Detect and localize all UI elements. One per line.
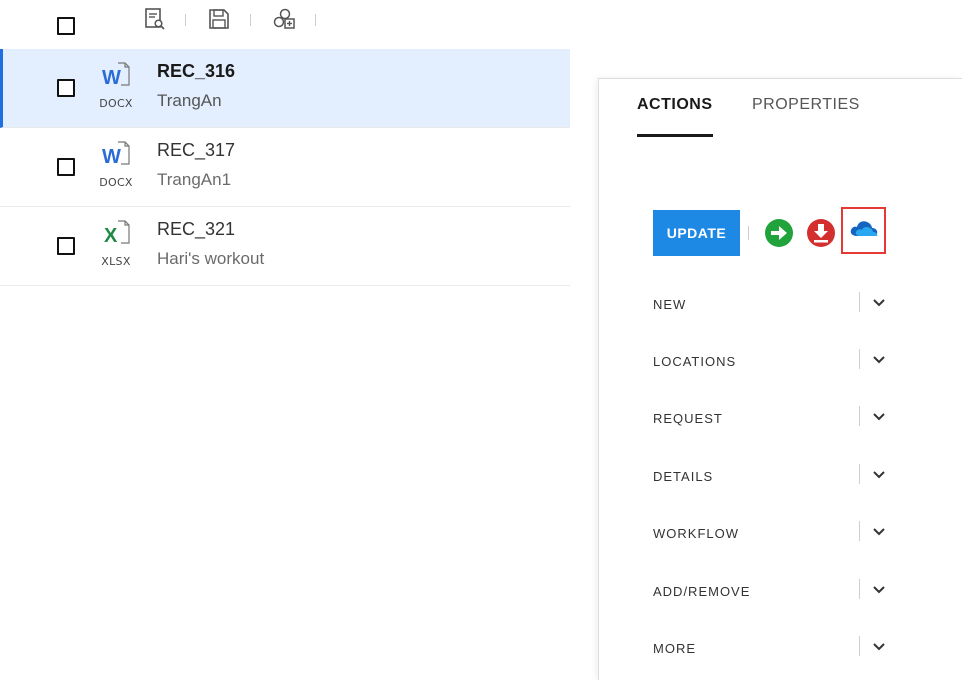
section-more[interactable]: MORE xyxy=(653,636,893,660)
file-name[interactable]: REC_321 xyxy=(157,219,235,240)
chevron-down-icon[interactable] xyxy=(871,295,887,311)
file-extension: XLSX xyxy=(101,255,131,268)
forward-arrow-icon[interactable] xyxy=(764,218,794,248)
section-new[interactable]: NEW xyxy=(653,292,893,316)
chevron-down-icon[interactable] xyxy=(871,467,887,483)
onedrive-cloud-icon xyxy=(848,217,880,244)
save-icon[interactable] xyxy=(206,6,232,32)
file-row[interactable]: W DOCX REC_316 TrangAn xyxy=(0,49,570,128)
toolbar-divider xyxy=(185,14,186,26)
document-search-icon[interactable] xyxy=(142,6,168,32)
file-name[interactable]: REC_317 xyxy=(157,140,235,161)
chevron-down-icon[interactable] xyxy=(871,582,887,598)
onedrive-button[interactable] xyxy=(841,207,886,254)
svg-text:W: W xyxy=(102,67,121,89)
section-divider xyxy=(859,406,860,426)
excel-file-icon: X XLSX xyxy=(96,217,136,277)
section-divider xyxy=(859,521,860,541)
toolbar-divider xyxy=(315,14,316,26)
chevron-down-icon[interactable] xyxy=(871,639,887,655)
section-details[interactable]: DETAILS xyxy=(653,464,893,488)
file-extension: DOCX xyxy=(99,97,133,110)
select-all-checkbox[interactable] xyxy=(57,17,75,35)
section-label: DETAILS xyxy=(653,469,714,484)
svg-text:W: W xyxy=(102,146,121,168)
file-extension: DOCX xyxy=(99,176,133,189)
link-objects-icon[interactable] xyxy=(272,6,298,32)
download-icon[interactable] xyxy=(806,218,836,248)
section-divider xyxy=(859,349,860,369)
update-button[interactable]: UPDATE xyxy=(653,210,740,256)
file-row[interactable]: X XLSX REC_321 Hari's workout xyxy=(0,207,570,286)
file-row[interactable]: W DOCX REC_317 TrangAn1 xyxy=(0,128,570,207)
section-label: REQUEST xyxy=(653,411,723,426)
chevron-down-icon[interactable] xyxy=(871,352,887,368)
section-workflow[interactable]: WORKFLOW xyxy=(653,521,893,545)
row-checkbox[interactable] xyxy=(57,158,75,176)
section-divider xyxy=(859,579,860,599)
section-request[interactable]: REQUEST xyxy=(653,406,893,430)
svg-text:X: X xyxy=(104,225,118,247)
tab-properties[interactable]: PROPERTIES xyxy=(752,96,860,114)
section-divider xyxy=(859,636,860,656)
section-label: MORE xyxy=(653,641,696,656)
row-checkbox[interactable] xyxy=(57,237,75,255)
section-label: NEW xyxy=(653,297,687,312)
section-divider xyxy=(859,292,860,312)
word-file-icon: W DOCX xyxy=(96,138,136,198)
file-subtitle: Hari's workout xyxy=(157,249,265,268)
file-list: W DOCX REC_316 TrangAn W DOCX REC_317 Tr… xyxy=(0,49,570,286)
chevron-down-icon[interactable] xyxy=(871,409,887,425)
toolbar-divider xyxy=(250,14,251,26)
list-toolbar xyxy=(0,0,570,48)
actions-panel: ACTIONS PROPERTIES UPDATE NEW LOCATIONS … xyxy=(598,78,962,680)
tab-actions[interactable]: ACTIONS xyxy=(637,96,713,137)
section-locations[interactable]: LOCATIONS xyxy=(653,349,893,373)
section-label: ADD/REMOVE xyxy=(653,584,751,599)
word-file-icon: W DOCX xyxy=(96,59,136,119)
section-add-remove[interactable]: ADD/REMOVE xyxy=(653,579,893,603)
section-divider xyxy=(859,464,860,484)
file-subtitle: TrangAn1 xyxy=(157,170,232,189)
section-label: LOCATIONS xyxy=(653,354,737,369)
action-divider xyxy=(748,226,749,240)
file-name[interactable]: REC_316 xyxy=(157,61,235,82)
chevron-down-icon[interactable] xyxy=(871,524,887,540)
section-label: WORKFLOW xyxy=(653,526,739,541)
file-subtitle: TrangAn xyxy=(157,91,222,110)
row-checkbox[interactable] xyxy=(57,79,75,97)
